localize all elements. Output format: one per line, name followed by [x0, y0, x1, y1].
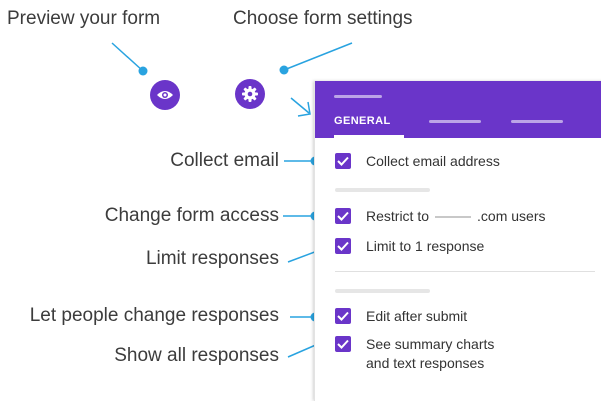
option-label: Edit after submit: [366, 308, 468, 324]
collect-email-callout: Collect email: [170, 150, 279, 171]
checkbox-collect-email[interactable]: [335, 153, 351, 169]
preview-button[interactable]: [150, 80, 180, 110]
header-placeholder-bar: [334, 95, 382, 98]
check-icon: [337, 311, 349, 321]
settings-panel: GENERAL Collect email address Restrict t…: [314, 81, 601, 401]
restrict-label-start: Restrict to: [366, 208, 430, 224]
settings-button[interactable]: [235, 79, 265, 109]
placeholder-bar: [335, 289, 430, 293]
option-label: See summary charts and text responses: [366, 335, 494, 373]
gear-icon: [242, 86, 258, 102]
checkbox-restrict[interactable]: [335, 208, 351, 224]
placeholder-bar: [335, 188, 430, 192]
preview-callout: Preview your form: [7, 8, 161, 29]
settings-callout: Choose form settings: [233, 8, 413, 29]
preview-connector: [111, 42, 144, 72]
summary-line-1: See summary charts: [366, 336, 495, 352]
tab-placeholder-3[interactable]: [511, 120, 563, 123]
option-limit[interactable]: Limit to 1 response: [335, 237, 484, 256]
limit-callout: Limit responses: [145, 248, 279, 269]
option-collect-email[interactable]: Collect email address: [335, 152, 500, 171]
option-edit[interactable]: Edit after submit: [335, 307, 467, 326]
settings-arrow: [290, 97, 310, 114]
panel-header: GENERAL: [315, 81, 601, 138]
settings-dot: [279, 65, 289, 75]
domain-blank: [435, 216, 472, 219]
check-icon: [337, 211, 349, 221]
settings-connector: [283, 42, 353, 71]
check-icon: [337, 339, 349, 349]
section-divider: [335, 271, 595, 272]
option-restrict[interactable]: Restrict to .com users: [335, 207, 545, 226]
option-label: Collect email address: [366, 153, 500, 169]
preview-dot: [138, 66, 148, 76]
check-icon: [337, 156, 349, 166]
check-icon: [337, 241, 349, 251]
restrict-label-end: .com users: [477, 208, 546, 224]
settings-arrowhead: [297, 101, 311, 117]
summary-line-2: and text responses: [366, 355, 485, 371]
tab-general-underline: [334, 135, 404, 138]
let-change-callout: Let people change responses: [29, 305, 279, 326]
tab-general[interactable]: GENERAL: [334, 115, 391, 127]
checkbox-summary[interactable]: [335, 336, 351, 352]
eye-icon: [157, 91, 173, 99]
checkbox-limit[interactable]: [335, 238, 351, 254]
show-all-callout: Show all responses: [114, 345, 279, 366]
change-access-callout: Change form access: [104, 205, 279, 226]
option-summary[interactable]: See summary charts and text responses: [335, 335, 494, 373]
checkbox-edit[interactable]: [335, 308, 351, 324]
option-label: Limit to 1 response: [366, 238, 485, 254]
tab-placeholder-2[interactable]: [429, 120, 481, 123]
